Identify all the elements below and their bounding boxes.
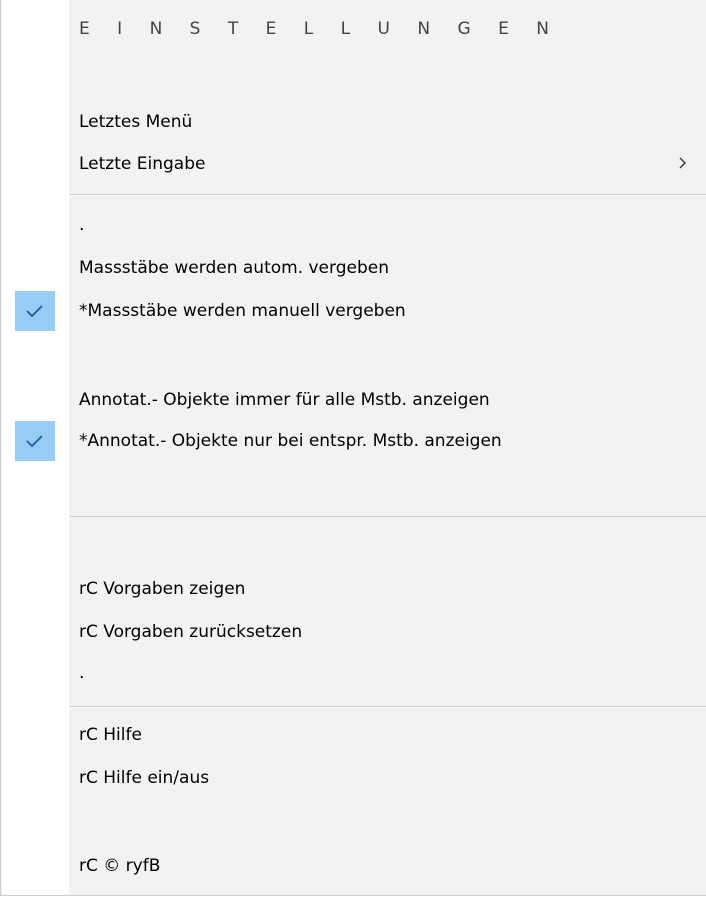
menu-item-dot-1[interactable] bbox=[2, 208, 706, 246]
menu-item-label: *Massstäbe werden manuell vergeben bbox=[79, 301, 406, 321]
menu-separator bbox=[70, 194, 706, 195]
menu-item-label: Annotat.- Objekte immer für alle Mstb. a… bbox=[79, 390, 490, 410]
menu-item-dot-2[interactable] bbox=[2, 658, 706, 696]
menu-item-label: Letztes Menü bbox=[79, 112, 193, 132]
menu-item-label: rC Hilfe bbox=[79, 725, 142, 745]
context-menu: E I N S T E L L U N G E N Letztes Menü L… bbox=[0, 0, 706, 896]
menu-separator bbox=[70, 706, 706, 707]
menu-heading: E I N S T E L L U N G E N bbox=[79, 19, 560, 39]
menu-item-label: . bbox=[79, 215, 85, 235]
menu-item-label: rC Vorgaben zurücksetzen bbox=[79, 622, 303, 642]
menu-item-label: *Annotat.- Objekte nur bei entspr. Mstb.… bbox=[79, 431, 502, 451]
menu-item-label: Letzte Eingabe bbox=[79, 154, 206, 174]
menu-item-label: rC © ryfB bbox=[79, 856, 161, 876]
chevron-right-icon bbox=[679, 157, 686, 169]
menu-item-label: . bbox=[79, 663, 85, 683]
menu-item-label: Massstäbe werden autom. vergeben bbox=[79, 258, 389, 278]
menu-separator bbox=[70, 516, 706, 517]
menu-item-label: rC Vorgaben zeigen bbox=[79, 579, 246, 599]
menu-item-label: rC Hilfe ein/aus bbox=[79, 768, 210, 788]
